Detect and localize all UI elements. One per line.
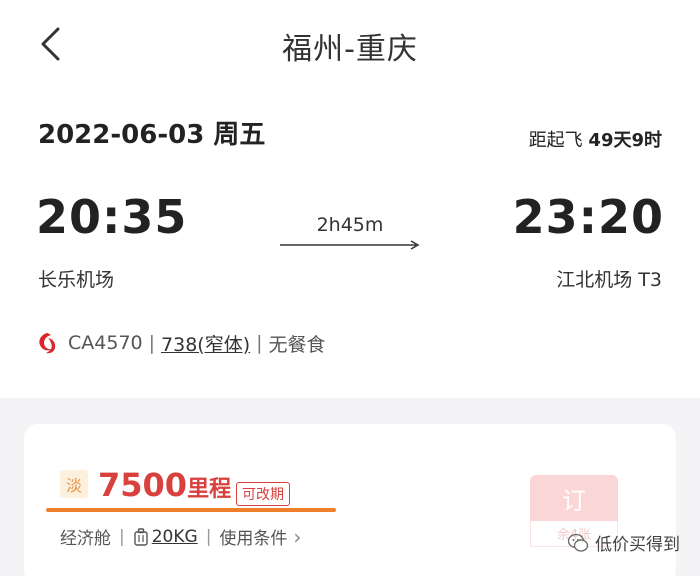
book-button[interactable]: 订 xyxy=(530,475,618,521)
luggage-icon xyxy=(134,527,148,546)
departure-airport: 长乐机场 xyxy=(38,269,115,291)
flight-duration: 2h45m xyxy=(316,214,384,236)
highlight-underline xyxy=(46,508,336,512)
cabin-class: 经济舱 xyxy=(60,529,111,549)
chevron-right-icon[interactable]: › xyxy=(293,525,301,549)
flight-info-row: CA4570 | 738(窄体) | 无餐食 xyxy=(34,328,326,358)
departure-time: 20:35 xyxy=(36,190,188,244)
baggage-allowance-link[interactable]: 20KG xyxy=(152,527,198,547)
watermark: 低价买得到 xyxy=(567,530,680,555)
usage-conditions-link[interactable]: 使用条件 xyxy=(219,524,287,549)
changeable-badge: 可改期 xyxy=(236,482,290,506)
miles-unit: 里程 xyxy=(187,477,232,502)
arrival-time: 23:20 xyxy=(512,190,664,244)
separator: | xyxy=(148,332,156,354)
page-title: 福州-重庆 xyxy=(282,32,418,67)
off-peak-tag: 淡 xyxy=(60,470,88,498)
flight-number: CA4570 xyxy=(68,332,143,354)
separator: | xyxy=(119,526,125,547)
aircraft-type-link[interactable]: 738(窄体) xyxy=(161,330,250,357)
header: 福州-重庆 xyxy=(0,0,700,88)
cabin-row: 经济舱 | 20KG | 使用条件 › xyxy=(60,524,301,550)
meal-info: 无餐食 xyxy=(268,333,326,356)
miles-value: 7500 xyxy=(98,466,188,504)
separator: | xyxy=(205,526,212,547)
departure-countdown: 距起飞 49天9时 xyxy=(529,126,662,152)
countdown-label: 距起飞 xyxy=(528,130,583,151)
separator: | xyxy=(256,332,263,354)
miles-price: 7500里程 xyxy=(98,466,231,504)
flight-summary-card: 福州-重庆 2022-06-03 周五 距起飞 49天9时 20:35 2h45… xyxy=(0,0,700,398)
watermark-text: 低价买得到 xyxy=(595,535,680,555)
arrow-right-icon xyxy=(280,240,420,250)
wechat-icon xyxy=(567,533,589,552)
flight-date: 2022-06-03 周五 xyxy=(38,120,266,150)
countdown-value: 49天9时 xyxy=(588,130,662,151)
air-china-logo-icon xyxy=(39,333,56,354)
arrival-airport: 江北机场 T3 xyxy=(556,269,662,291)
